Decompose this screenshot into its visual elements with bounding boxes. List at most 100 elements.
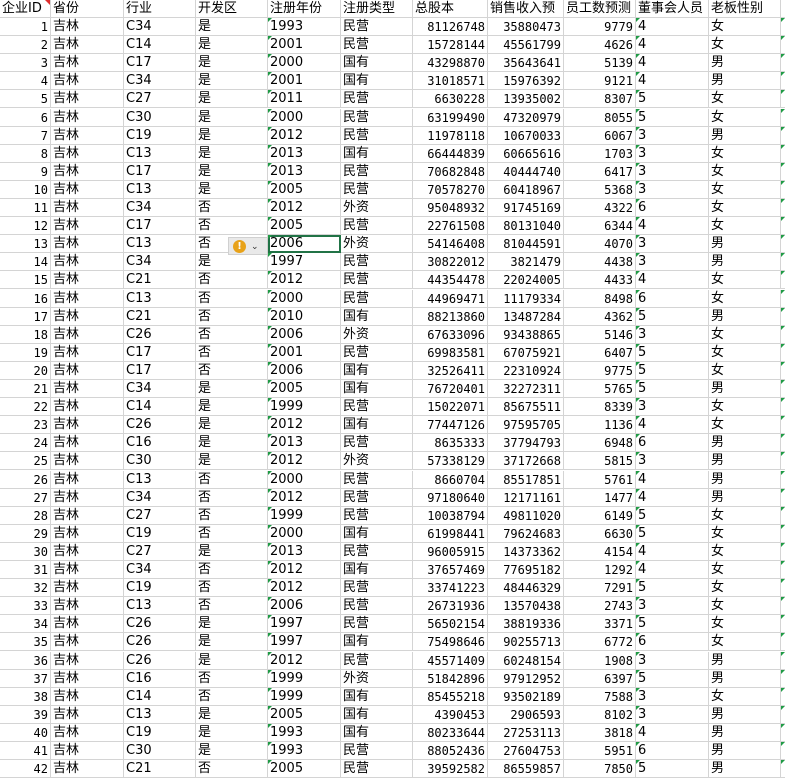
table-cell[interactable]: 否 — [196, 470, 268, 489]
table-cell[interactable]: 6417 — [564, 162, 636, 181]
table-cell[interactable]: 3 — [636, 253, 709, 272]
table-cell[interactable]: 是 — [196, 416, 268, 435]
table-cell[interactable]: 吉林 — [51, 579, 124, 598]
table-cell[interactable]: 5 — [636, 506, 709, 525]
table-cell[interactable]: 吉林 — [51, 18, 124, 36]
table-cell[interactable]: 69983581 — [413, 343, 488, 362]
table-cell[interactable]: 33741223 — [413, 579, 488, 598]
table-cell[interactable]: C34 — [124, 199, 196, 217]
table-cell[interactable]: 90255713 — [488, 633, 564, 652]
table-cell[interactable]: 国有 — [341, 705, 413, 724]
table-cell[interactable]: C17 — [124, 217, 196, 236]
table-cell[interactable]: 男 — [709, 760, 781, 779]
table-cell[interactable]: C34 — [124, 380, 196, 398]
table-cell[interactable]: 2012 — [268, 126, 341, 145]
table-cell[interactable]: 81044591 — [488, 235, 564, 254]
header-cell-id[interactable]: 企业ID — [0, 0, 51, 18]
table-cell[interactable]: 22024005 — [488, 271, 564, 290]
header-cell-extra[interactable] — [781, 0, 785, 18]
table-cell[interactable]: 4 — [636, 271, 709, 290]
table-cell[interactable]: 男 — [709, 669, 781, 688]
table-cell[interactable]: 2001 — [268, 343, 341, 362]
header-cell-gender[interactable]: 老板性别 — [709, 0, 781, 18]
table-cell[interactable]: C19 — [124, 723, 196, 742]
table-cell[interactable]: 4626 — [564, 36, 636, 55]
header-cell-industry[interactable]: 行业 — [124, 0, 196, 18]
table-cell[interactable]: 33 — [0, 597, 51, 616]
table-cell[interactable]: 18 — [0, 325, 51, 344]
table-cell[interactable]: 57338129 — [413, 452, 488, 471]
table-cell[interactable]: 吉林 — [51, 343, 124, 362]
table-cell[interactable]: 27604753 — [488, 742, 564, 760]
table-cell[interactable]: 8102 — [564, 705, 636, 724]
table-cell[interactable]: 51842896 — [413, 669, 488, 688]
table-cell[interactable]: 女 — [709, 271, 781, 290]
table-cell[interactable]: 吉林 — [51, 760, 124, 779]
table-cell[interactable]: 2 — [0, 36, 51, 55]
table-cell[interactable]: 44354478 — [413, 271, 488, 290]
table-cell[interactable]: 2006 — [268, 597, 341, 616]
table-cell[interactable]: 吉林 — [51, 434, 124, 453]
table-cell[interactable]: 吉林 — [51, 289, 124, 308]
table-cell[interactable]: 5 — [636, 343, 709, 362]
table-cell[interactable]: 36 — [0, 651, 51, 670]
table-cell[interactable] — [781, 561, 785, 579]
table-cell[interactable]: 6067 — [564, 126, 636, 145]
table-cell[interactable]: 否 — [196, 579, 268, 598]
table-cell[interactable]: 5 — [636, 579, 709, 598]
table-cell[interactable]: 60665616 — [488, 144, 564, 163]
table-cell[interactable]: 是 — [196, 380, 268, 398]
table-cell[interactable]: C26 — [124, 633, 196, 652]
table-cell[interactable]: 吉林 — [51, 705, 124, 724]
table-cell[interactable]: 75498646 — [413, 633, 488, 652]
table-cell[interactable]: 女 — [709, 108, 781, 127]
table-cell[interactable]: 2000 — [268, 289, 341, 308]
table-cell[interactable] — [781, 36, 785, 55]
table-cell[interactable]: 国有 — [341, 561, 413, 579]
table-cell[interactable]: 96005915 — [413, 542, 488, 561]
table-cell[interactable]: 31018571 — [413, 72, 488, 91]
table-cell[interactable]: 吉林 — [51, 199, 124, 217]
table-cell[interactable]: 97180640 — [413, 488, 488, 507]
table-cell[interactable]: 12171161 — [488, 488, 564, 507]
table-cell[interactable]: 吉林 — [51, 651, 124, 670]
table-cell[interactable]: 国有 — [341, 723, 413, 742]
table-cell[interactable]: 是 — [196, 651, 268, 670]
table-cell[interactable]: 2000 — [268, 524, 341, 543]
table-cell[interactable]: 吉林 — [51, 687, 124, 706]
table-cell[interactable] — [781, 72, 785, 91]
table-cell[interactable]: 3 — [636, 452, 709, 471]
table-cell[interactable]: 女 — [709, 524, 781, 543]
table-cell[interactable]: 6149 — [564, 506, 636, 525]
header-cell-staff[interactable]: 员工数预测 — [564, 0, 636, 18]
table-cell[interactable]: 95048932 — [413, 199, 488, 217]
table-cell[interactable]: 14 — [0, 253, 51, 272]
table-cell[interactable]: 76720401 — [413, 380, 488, 398]
table-cell[interactable]: 15 — [0, 271, 51, 290]
table-cell[interactable]: 否 — [196, 343, 268, 362]
table-cell[interactable] — [781, 162, 785, 181]
table-cell[interactable] — [781, 669, 785, 688]
table-cell[interactable]: 13935002 — [488, 90, 564, 109]
table-cell[interactable]: 32272311 — [488, 380, 564, 398]
table-cell[interactable]: 88052436 — [413, 742, 488, 760]
table-cell[interactable]: 男 — [709, 452, 781, 471]
table-cell[interactable]: 4433 — [564, 271, 636, 290]
table-cell[interactable]: 2005 — [268, 705, 341, 724]
table-cell[interactable]: 5 — [636, 90, 709, 109]
table-cell[interactable] — [781, 361, 785, 380]
table-cell[interactable]: C16 — [124, 669, 196, 688]
table-cell[interactable]: 10038794 — [413, 506, 488, 525]
table-cell[interactable]: C26 — [124, 651, 196, 670]
table-cell[interactable]: 26 — [0, 470, 51, 489]
table-cell[interactable]: 吉林 — [51, 54, 124, 73]
table-cell[interactable]: 20 — [0, 361, 51, 380]
table-cell[interactable]: 吉林 — [51, 633, 124, 652]
table-cell[interactable]: 女 — [709, 579, 781, 598]
table-cell[interactable]: 91745169 — [488, 199, 564, 217]
table-cell[interactable]: 3 — [636, 705, 709, 724]
table-cell[interactable]: 1 — [0, 18, 51, 36]
table-cell[interactable]: 2013 — [268, 542, 341, 561]
table-cell[interactable]: 77447126 — [413, 416, 488, 435]
table-cell[interactable]: 10 — [0, 180, 51, 199]
